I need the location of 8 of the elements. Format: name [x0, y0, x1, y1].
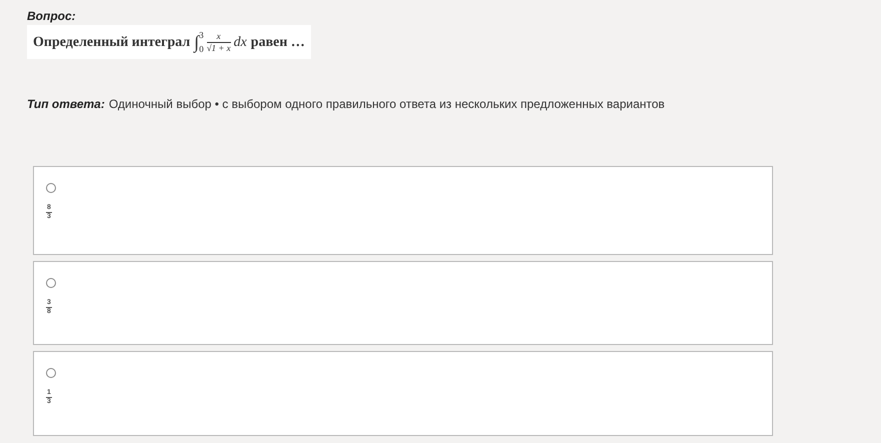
question-text: равен … — [250, 34, 305, 52]
answer-type-value: Одиночный выбор • с выбором одного правильного ответа из нескольких предложенных вариантов — [108, 97, 665, 111]
radio-button[interactable] — [46, 278, 56, 288]
answer-type-label: Тип ответа: — [27, 97, 105, 111]
radio-button[interactable] — [46, 183, 56, 193]
question-text: Определенный интеграл — [33, 34, 190, 52]
question-label: Вопрос: — [27, 9, 77, 23]
radio-button[interactable] — [46, 368, 56, 378]
